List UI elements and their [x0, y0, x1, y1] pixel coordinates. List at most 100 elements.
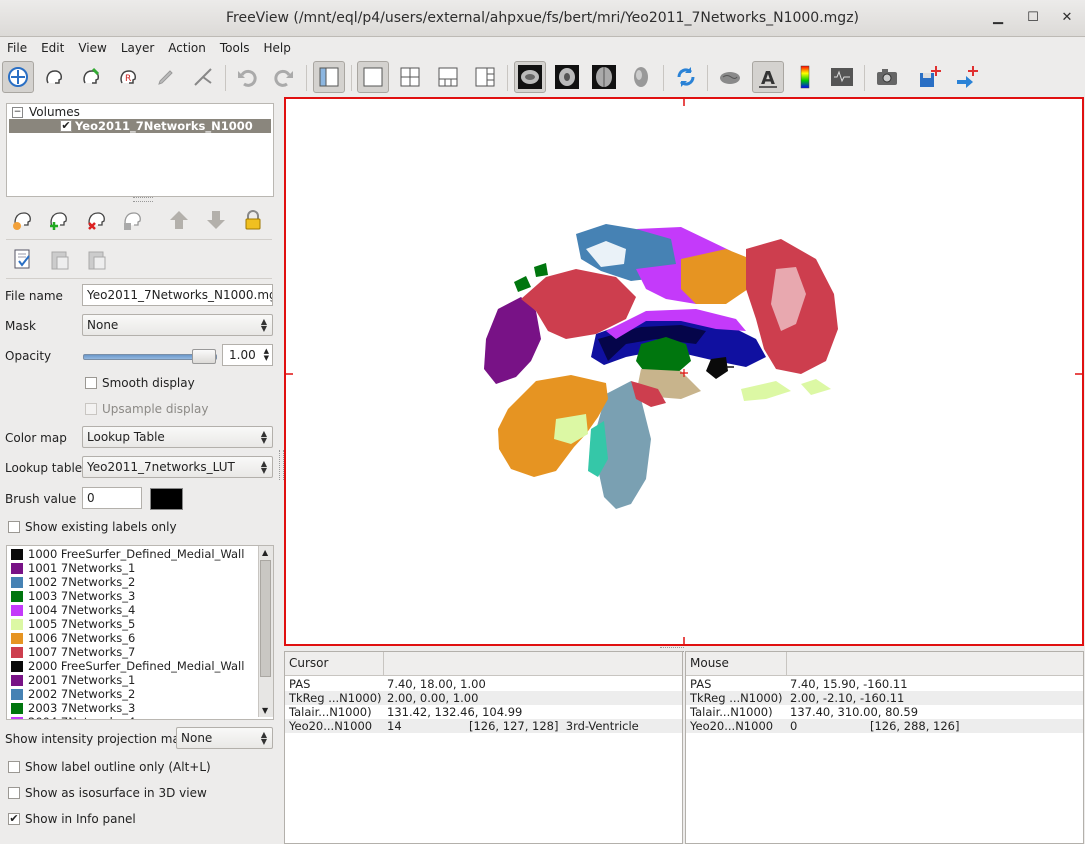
label-list-item[interactable]: 2003 7Networks_3: [7, 701, 257, 715]
goto-point-button[interactable]: [951, 61, 983, 93]
show-colorbar-button[interactable]: [789, 61, 821, 93]
projection-dropdown[interactable]: None ▲ ▼: [176, 727, 273, 749]
redo-icon: [274, 69, 293, 87]
scroll-up-icon[interactable]: ▲: [262, 548, 268, 557]
new-volume-button[interactable]: [8, 205, 38, 235]
paste-setting-button[interactable]: [47, 245, 73, 273]
brush-color-swatch[interactable]: [150, 488, 183, 510]
existing-labels-checkbox[interactable]: [8, 521, 20, 533]
sagittal-view-button[interactable]: [514, 61, 546, 93]
navigate-tool-button[interactable]: [2, 61, 34, 93]
upsample-checkbox[interactable]: [85, 403, 97, 415]
render-view-sagittal[interactable]: [284, 97, 1084, 646]
copy-setting-button[interactable]: [10, 245, 36, 273]
label-list-scrollbar[interactable]: ▲ ▼: [258, 546, 273, 717]
layout-bottom-icon: [438, 67, 458, 87]
lock-layer-button[interactable]: [240, 205, 266, 235]
infopanel-checkbox[interactable]: ✔: [8, 813, 20, 825]
menu-view[interactable]: View: [71, 37, 113, 59]
info-row[interactable]: TkReg ...N1000) 2.00, 0.00, 1.00: [285, 691, 682, 705]
lut-dropdown[interactable]: Yeo2011_7networks_LUT ▲ ▼: [82, 456, 273, 478]
layout-2x2-button[interactable]: [394, 61, 426, 93]
info-row[interactable]: PAS 7.40, 15.90, -160.11: [686, 677, 1083, 691]
label-list-item[interactable]: 1004 7Networks_4: [7, 603, 257, 617]
label-list-item[interactable]: 1006 7Networks_6: [7, 631, 257, 645]
label-list-item[interactable]: 2000 FreeSurfer_Defined_Medial_Wall: [7, 659, 257, 673]
axial-view-button[interactable]: [588, 61, 620, 93]
save-screenshot-button[interactable]: [871, 61, 903, 93]
coronal-view-button[interactable]: [551, 61, 583, 93]
scrollbar-thumb[interactable]: [260, 560, 271, 677]
layer-item-name[interactable]: Yeo2011_7Networks_N1000: [75, 119, 253, 133]
layout-1x1-button[interactable]: [357, 61, 389, 93]
isosurface-checkbox[interactable]: [8, 787, 20, 799]
brain-coronal-icon: [555, 65, 579, 89]
move-layer-up-button[interactable]: [166, 205, 192, 235]
roi-edit-button[interactable]: R: [112, 61, 144, 93]
menu-action[interactable]: Action: [161, 37, 213, 59]
label-list-item[interactable]: 1005 7Networks_5: [7, 617, 257, 631]
info-row[interactable]: TkReg ...N1000) 2.00, -2.10, -160.11: [686, 691, 1083, 705]
info-row[interactable]: Talair...N1000) 131.42, 132.46, 104.99: [285, 705, 682, 719]
save-point-button[interactable]: [914, 61, 946, 93]
3d-view-button[interactable]: [625, 61, 657, 93]
close-volume-button[interactable]: [82, 205, 112, 235]
label-list-item-text: 1003 7Networks_3: [28, 589, 136, 603]
outline-checkbox[interactable]: [8, 761, 20, 773]
splitter-handle[interactable]: [133, 197, 153, 202]
layer-tree[interactable]: − Volumes ✔ Yeo2011_7Networks_N1000: [6, 103, 274, 197]
info-row[interactable]: Yeo20...N1000 0 [126, 288, 126]: [686, 719, 1083, 733]
file-name-field[interactable]: Yeo2011_7Networks_N1000.mgz: [82, 284, 273, 306]
label-list-item[interactable]: 1003 7Networks_3: [7, 589, 257, 603]
info-row[interactable]: Talair...N1000) 137.40, 310.00, 80.59: [686, 705, 1083, 719]
info-row[interactable]: Yeo20...N1000 14 [126, 127, 128] 3rd-Ventr…: [285, 719, 682, 733]
info-row-value: 2.00, -2.10, -160.11: [790, 691, 905, 705]
maximize-button[interactable]: ☐: [1023, 8, 1043, 28]
brush-value-field[interactable]: 0: [82, 487, 142, 509]
opacity-slider-handle[interactable]: [192, 349, 216, 364]
save-volume-button[interactable]: [118, 205, 148, 235]
layout-1-3h-button[interactable]: [469, 61, 501, 93]
reset-view-button[interactable]: [670, 61, 702, 93]
label-list-item[interactable]: 1001 7Networks_1: [7, 561, 257, 575]
move-layer-down-button[interactable]: [203, 205, 229, 235]
label-list-item[interactable]: 2002 7Networks_2: [7, 687, 257, 701]
scroll-down-icon[interactable]: ▼: [262, 706, 268, 715]
navigate-icon: [8, 67, 28, 87]
info-row-value: 131.42, 132.46, 104.99: [387, 705, 523, 719]
load-volume-button[interactable]: [44, 205, 74, 235]
show-coord-annotation-button[interactable]: A: [752, 61, 784, 93]
collapse-toggle[interactable]: −: [12, 107, 23, 118]
label-list[interactable]: 1000 FreeSurfer_Defined_Medial_Wall 1001 …: [6, 545, 274, 720]
toggle-panel-button[interactable]: [313, 61, 345, 93]
minimize-button[interactable]: ▁: [988, 8, 1008, 28]
show-surface-button[interactable]: [714, 61, 746, 93]
recon-edit-button[interactable]: [75, 61, 107, 93]
label-list-item[interactable]: 1000 FreeSurfer_Defined_Medial_Wall: [7, 547, 257, 561]
menu-tools[interactable]: Tools: [213, 37, 257, 59]
menu-file[interactable]: File: [0, 37, 34, 59]
colormap-dropdown[interactable]: Lookup Table ▲ ▼: [82, 426, 273, 448]
redo-button[interactable]: [268, 61, 300, 93]
voxel-edit-button[interactable]: [38, 61, 70, 93]
pointset-edit-button[interactable]: [150, 61, 182, 93]
mask-dropdown[interactable]: None ▲ ▼: [82, 314, 273, 336]
close-button[interactable]: ✕: [1057, 8, 1077, 28]
paste-all-setting-button[interactable]: [84, 245, 110, 273]
opacity-spinbox[interactable]: 1.00 ▲ ▼: [222, 344, 273, 366]
contour-tool-button[interactable]: [187, 61, 219, 93]
label-list-item[interactable]: 1002 7Networks_2: [7, 575, 257, 589]
label-list-item[interactable]: 2004 7Networks_4: [7, 715, 257, 719]
info-row[interactable]: PAS 7.40, 18.00, 1.00: [285, 677, 682, 691]
layer-visible-checkbox[interactable]: ✔: [60, 120, 72, 132]
layout-1-3-button[interactable]: [432, 61, 464, 93]
label-list-item[interactable]: 2001 7Networks_1: [7, 673, 257, 687]
layer-group-volumes[interactable]: Volumes: [29, 105, 80, 119]
undo-button[interactable]: [231, 61, 263, 93]
show-cmd-console-button[interactable]: [826, 61, 858, 93]
label-list-item[interactable]: 1007 7Networks_7: [7, 645, 257, 659]
menu-edit[interactable]: Edit: [34, 37, 71, 59]
smooth-checkbox[interactable]: [85, 377, 97, 389]
menu-help[interactable]: Help: [256, 37, 297, 59]
menu-layer[interactable]: Layer: [114, 37, 161, 59]
